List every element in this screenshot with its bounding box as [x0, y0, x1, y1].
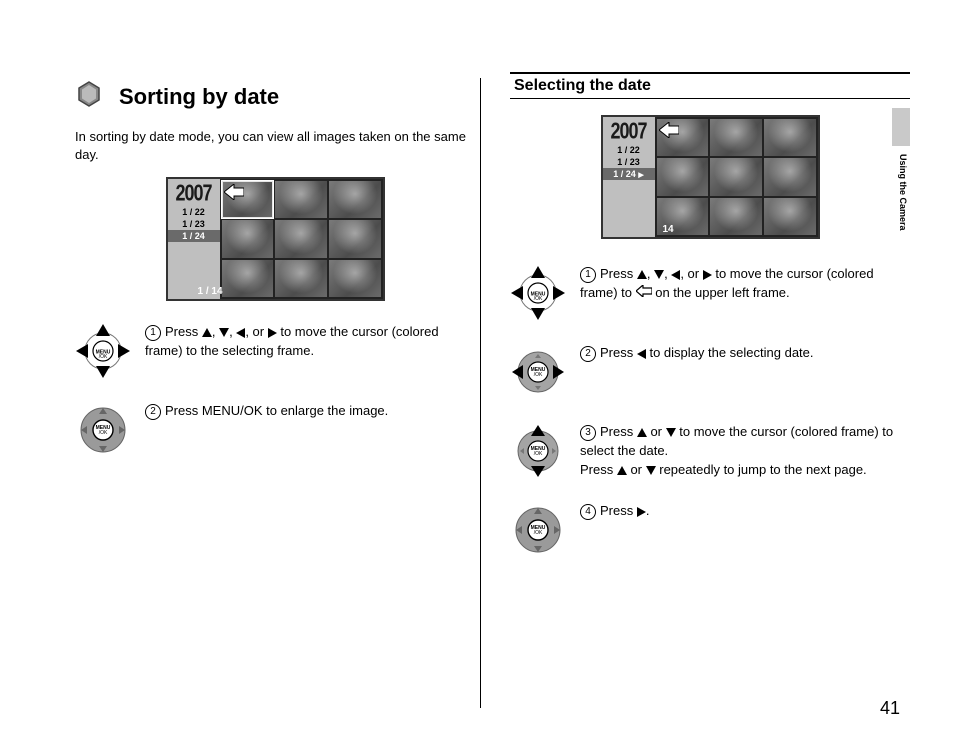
svg-text:/OK: /OK [99, 430, 108, 436]
step-text: 1Press , , , or to move the cursor (colo… [580, 265, 910, 303]
thumbnail [329, 181, 381, 218]
step-number: 1 [145, 325, 161, 341]
lcd-year: 2007 [175, 180, 211, 207]
step-text: 2Press to display the selecting date. [580, 344, 910, 363]
thumbnail [222, 220, 274, 257]
lcd-counter: 1 / 14 [198, 286, 223, 297]
thumbnail [657, 158, 709, 195]
step-number: 2 [145, 404, 161, 420]
lcd-date-selected: 1 / 24 [168, 230, 220, 242]
arrow-left-indicator-icon [224, 184, 244, 205]
step-number: 4 [580, 504, 596, 520]
step-number: 2 [580, 346, 596, 362]
column-divider [480, 78, 481, 708]
dpad-leftright-icon: MENU /OK [510, 344, 566, 405]
lcd-date: 1 / 23 [168, 218, 220, 230]
intro-text: In sorting by date mode, you can view al… [75, 128, 475, 163]
svg-text:/OK: /OK [534, 451, 543, 457]
lcd-counter: 14 [663, 224, 674, 235]
step-number: 3 [580, 425, 596, 441]
thumbnail [275, 181, 327, 218]
step-number: 1 [580, 267, 596, 283]
thumbnail [222, 260, 274, 297]
side-tab [892, 108, 910, 146]
dpad-all-icon: MENU /OK [75, 323, 131, 384]
thumbnail [710, 198, 762, 235]
step-text: 2Press MENU/OK to enlarge the image. [145, 402, 475, 421]
thumbnail [329, 260, 381, 297]
thumbnail [275, 220, 327, 257]
thumbnail [329, 220, 381, 257]
thumbnail [764, 119, 816, 156]
lcd-year: 2007 [610, 118, 646, 145]
lcd-preview-right: 2007 1 / 22 1 / 23 1 / 24 ▶ 14 [601, 115, 820, 239]
step-row: MENU /OK 4Press . [510, 502, 910, 563]
step-text: 4Press . [580, 502, 910, 521]
step-row: MENU /OK 2Press MENU/OK to enlarge the i… [75, 402, 475, 463]
step-text: 3Press or to move the cursor (colored fr… [580, 423, 910, 480]
svg-text:/OK: /OK [99, 354, 108, 360]
step-text: 1Press , , , or to move the cursor (colo… [145, 323, 475, 361]
subsection-title: Selecting the date [510, 72, 910, 99]
svg-text:/OK: /OK [534, 372, 543, 378]
arrow-left-outline-icon [636, 284, 652, 303]
step-row: MENU /OK 3Press or to move the cursor (c… [510, 423, 910, 484]
svg-text:/OK: /OK [534, 530, 543, 536]
hexagon-icon [75, 80, 103, 114]
thumbnail [764, 158, 816, 195]
lcd-date: 1 / 22 [168, 206, 220, 218]
lcd-preview-left: 2007 1 / 22 1 / 23 1 / 24 1 / 14 [166, 177, 385, 301]
lcd-date-selected: 1 / 24 ▶ [603, 168, 655, 180]
dpad-updown-icon: MENU /OK [510, 423, 566, 484]
section-title-sorting: Sorting by date [75, 80, 475, 114]
dpad-center-icon: MENU /OK [75, 402, 131, 463]
page-number: 41 [880, 698, 900, 719]
dpad-center-icon: MENU /OK [510, 502, 566, 563]
arrow-left-indicator-icon [659, 122, 679, 143]
lcd-date: 1 / 23 [603, 156, 655, 168]
lcd-date: 1 / 22 [603, 144, 655, 156]
section-title-text: Sorting by date [119, 84, 279, 110]
svg-text:/OK: /OK [534, 296, 543, 302]
step-row: MENU /OK 2Press to display the selecting… [510, 344, 910, 405]
thumbnail [764, 198, 816, 235]
thumbnail [710, 158, 762, 195]
dpad-all-icon: MENU /OK [510, 265, 566, 326]
thumbnail [710, 119, 762, 156]
thumbnail [275, 260, 327, 297]
step-row: MENU /OK 1Press , , , or to move the cur… [510, 265, 910, 326]
step-row: MENU /OK 1Press , , , or to move the cur… [75, 323, 475, 384]
side-section-label: Using the Camera [898, 154, 908, 231]
